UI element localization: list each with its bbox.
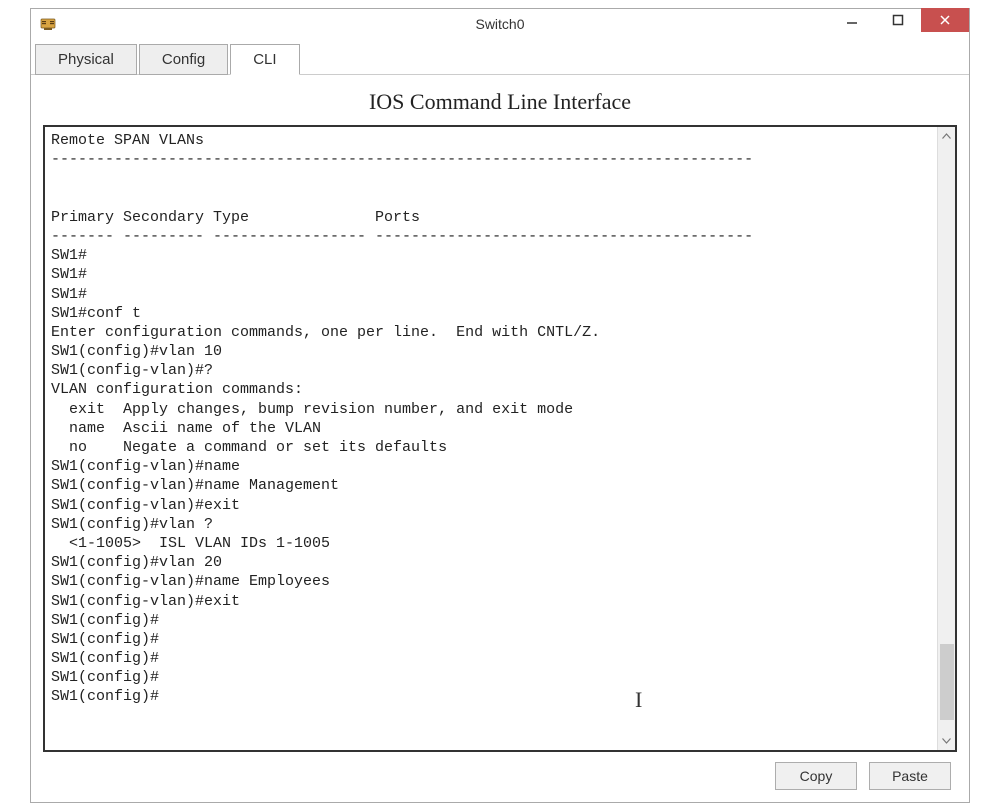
tab-bar: Physical Config CLI [31,39,969,75]
cli-heading: IOS Command Line Interface [43,89,957,115]
scroll-track[interactable] [938,145,955,732]
window-controls [829,9,969,39]
content-area: IOS Command Line Interface Remote SPAN V… [31,75,969,802]
app-icon [39,15,57,33]
close-button[interactable] [921,8,969,32]
tab-physical[interactable]: Physical [35,44,137,75]
button-row: Copy Paste [43,752,957,790]
cli-terminal[interactable]: Remote SPAN VLANs ----------------------… [45,127,937,750]
titlebar: Switch0 [31,9,969,39]
paste-button[interactable]: Paste [869,762,951,790]
scrollbar[interactable] [937,127,955,750]
tab-cli[interactable]: CLI [230,44,299,75]
window-title: Switch0 [475,16,524,32]
terminal-container: Remote SPAN VLANs ----------------------… [43,125,957,752]
scroll-thumb[interactable] [940,644,954,720]
app-window: Switch0 Physical Config CLI IOS Command … [30,8,970,803]
minimize-button[interactable] [829,8,875,32]
scroll-down-icon[interactable] [938,732,955,750]
tab-config[interactable]: Config [139,44,228,75]
maximize-button[interactable] [875,8,921,32]
scroll-up-icon[interactable] [938,127,955,145]
copy-button[interactable]: Copy [775,762,857,790]
